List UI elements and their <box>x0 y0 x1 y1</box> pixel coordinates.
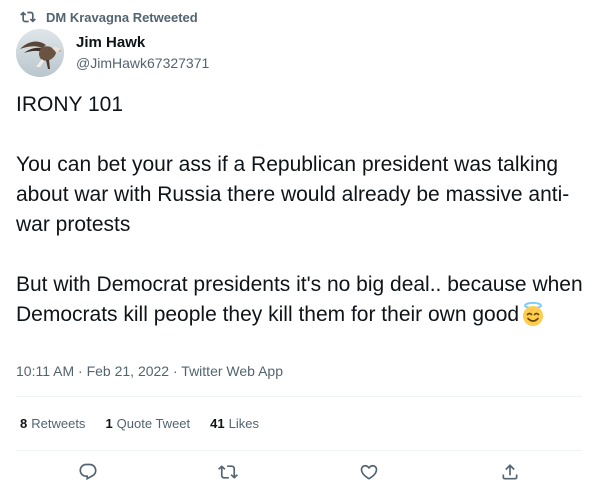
retweets-label: Retweets <box>31 416 86 431</box>
meta-separator: · <box>172 363 178 379</box>
tweet-time[interactable]: 10:11 AM <box>16 363 74 379</box>
retweet-icon <box>218 462 238 487</box>
quotes-label: Quote Tweet <box>116 416 191 431</box>
display-name[interactable]: Jim Hawk <box>76 33 209 53</box>
share-icon <box>500 462 520 487</box>
meta-separator: · <box>78 363 83 379</box>
tweet-paragraph: You can bet your ass if a Republican pre… <box>16 153 570 236</box>
quotes-count: 1 <box>105 416 113 431</box>
like-icon <box>359 462 379 487</box>
handle[interactable]: @JimHawk67327371 <box>76 53 209 73</box>
like-button[interactable] <box>357 462 381 486</box>
divider <box>16 396 582 397</box>
avatar[interactable] <box>16 29 64 77</box>
retweet-context-label[interactable]: DM Kravagna Retweeted <box>46 10 198 25</box>
hawk-avatar-image <box>16 29 64 77</box>
share-button[interactable] <box>498 462 522 486</box>
retweet-button[interactable] <box>216 462 240 486</box>
tweet-paragraph-text: But with Democrat presidents it's no big… <box>16 273 583 326</box>
divider <box>16 450 582 451</box>
reply-icon <box>78 462 98 487</box>
author-info[interactable]: Jim Hawk @JimHawk67327371 <box>76 33 209 73</box>
tweet-paragraph: IRONY 101 <box>16 93 123 116</box>
tweet-meta: 10:11 AM · Feb 21, 2022 · Twitter Web Ap… <box>16 360 283 382</box>
action-bar <box>0 459 598 489</box>
smiling-face-with-halo-icon <box>520 301 546 327</box>
reply-button[interactable] <box>76 462 100 486</box>
retweet-icon <box>20 9 36 25</box>
likes-stat[interactable]: 41 Likes <box>210 413 259 435</box>
tweet-date[interactable]: Feb 21, 2022 <box>87 363 170 379</box>
tweet-paragraph: But with Democrat presidents it's no big… <box>16 270 584 330</box>
tweet-source[interactable]: Twitter Web App <box>181 363 283 379</box>
likes-count: 41 <box>210 416 225 431</box>
retweet-context: DM Kravagna Retweeted <box>20 8 198 26</box>
quote-tweets-stat[interactable]: 1 Quote Tweet <box>105 413 190 435</box>
tweet-stats: 8 Retweets 1 Quote Tweet 41 Likes <box>20 413 279 435</box>
retweets-count: 8 <box>20 416 28 431</box>
retweets-stat[interactable]: 8 Retweets <box>20 413 85 435</box>
likes-label: Likes <box>228 416 259 431</box>
tweet-text: IRONY 101 You can bet your ass if a Repu… <box>16 90 584 330</box>
